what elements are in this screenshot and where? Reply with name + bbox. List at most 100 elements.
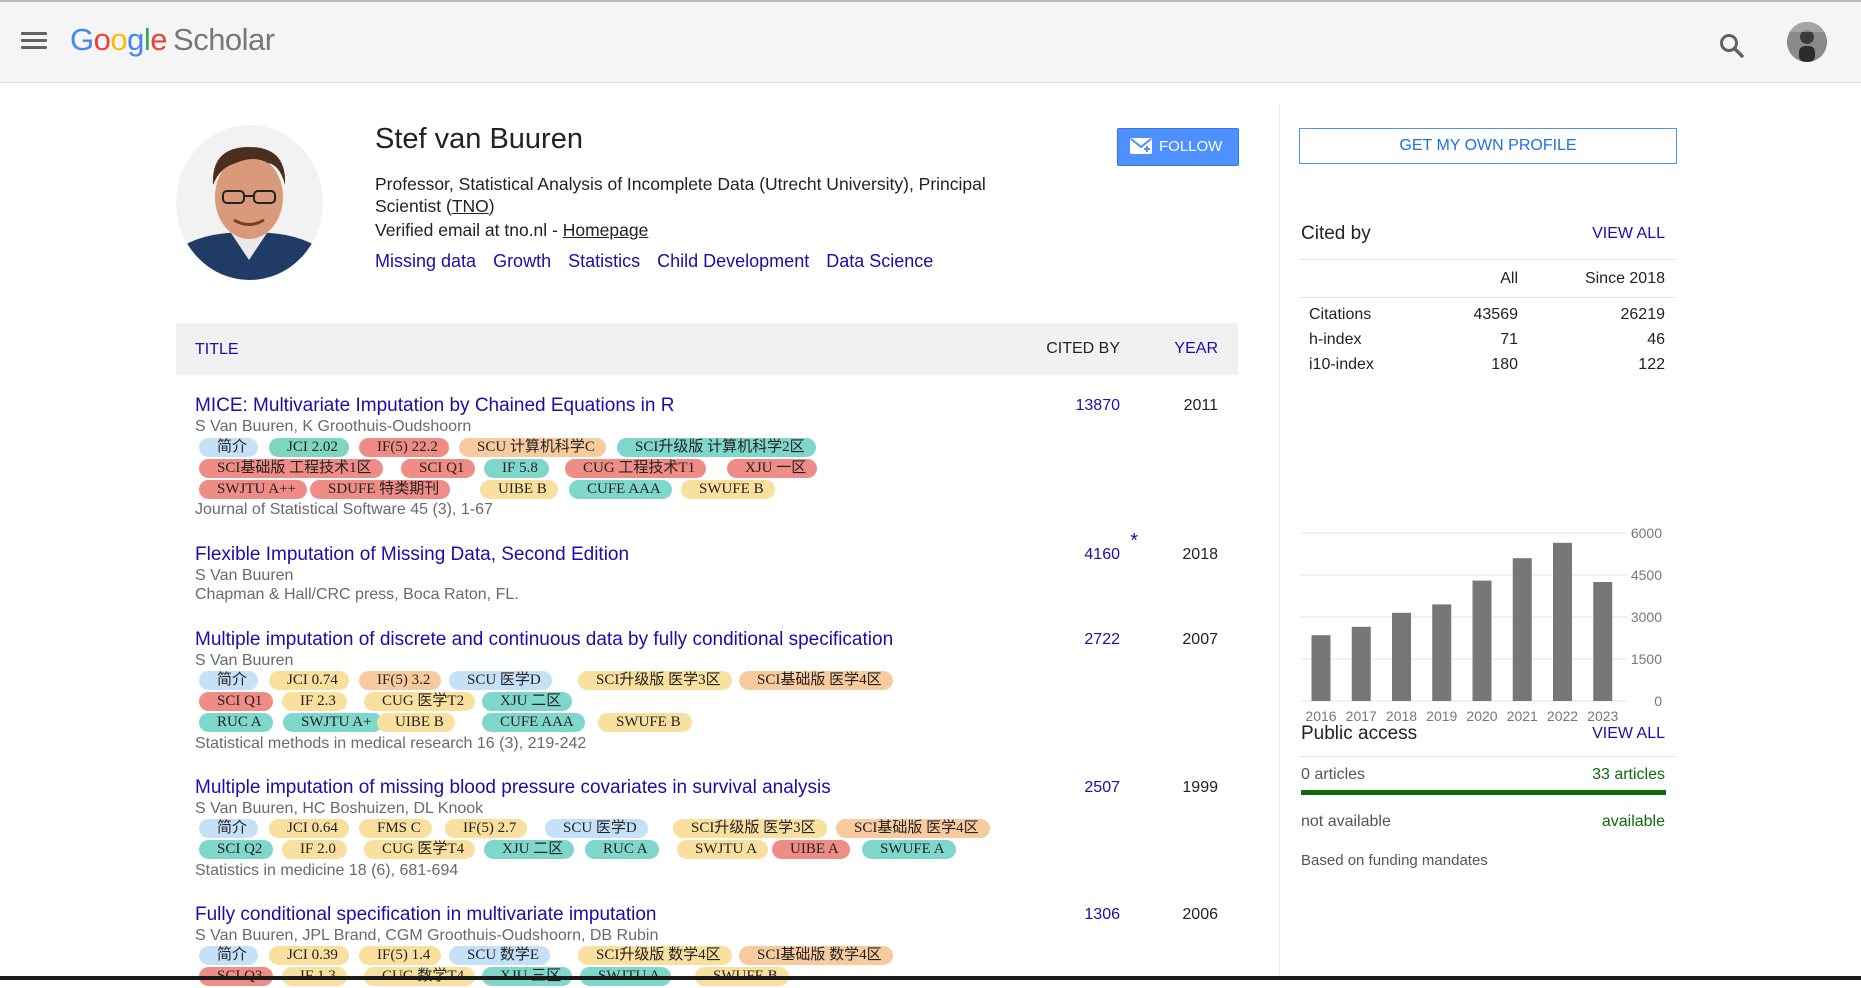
interest-missing-data[interactable]: Missing data (375, 251, 476, 271)
journal-tag[interactable]: IF(5) 2.7 (445, 819, 528, 838)
journal-tag[interactable]: SCI基础版 医学4区 (836, 819, 990, 838)
chart-bar-2019[interactable] (1432, 604, 1452, 701)
chart-bar-2020[interactable] (1472, 580, 1492, 701)
interest-growth[interactable]: Growth (493, 251, 551, 271)
chart-bar-2022[interactable] (1553, 542, 1572, 701)
cited-by-count[interactable]: 13870 (1076, 397, 1121, 415)
sort-by-cited[interactable]: CITED BY (1046, 340, 1120, 358)
journal-tag[interactable]: IF 2.0 (282, 840, 347, 859)
journal-tag[interactable]: SCI升级版 计算机科学2区 (617, 438, 816, 457)
cited-by-count[interactable]: 4160 (1084, 546, 1120, 564)
chart-bar-2018[interactable] (1392, 612, 1411, 701)
chart-bar-2021[interactable] (1512, 558, 1532, 701)
get-my-own-profile-button[interactable]: GET MY OWN PROFILE (1299, 128, 1677, 164)
journal-tag[interactable]: 简介 (199, 671, 259, 690)
journal-tag[interactable]: IF(5) 1.4 (359, 946, 442, 965)
journal-tag[interactable]: CUG 医学T2 (364, 692, 476, 711)
journal-tag[interactable]: JCI 0.64 (269, 819, 349, 838)
journal-tag[interactable]: SCI升级版 医学3区 (673, 819, 827, 838)
cited-by-count[interactable]: 1306 (1084, 906, 1120, 924)
search-icon[interactable] (1716, 30, 1748, 62)
journal-tag[interactable]: SWJTU A+ (283, 713, 383, 732)
cited-by-count[interactable]: 2722 (1084, 631, 1120, 649)
verified-email: Verified email at tno.nl - Homepage (375, 220, 648, 241)
chart-bar-2023[interactable] (1593, 582, 1613, 701)
interest-data-science[interactable]: Data Science (826, 251, 933, 271)
journal-tag[interactable]: SCI升级版 医学3区 (578, 671, 732, 690)
account-avatar[interactable] (1787, 22, 1827, 62)
interest-child-development[interactable]: Child Development (657, 251, 809, 271)
journal-tag[interactable]: SWJTU A (677, 840, 769, 859)
profile-page: Stef van Buuren Professor, Statistical A… (0, 83, 1861, 986)
hamburger-menu-icon[interactable] (21, 30, 47, 52)
available-count[interactable]: 33 articles (1592, 766, 1665, 784)
journal-tag[interactable]: SCU 数学E (449, 946, 551, 965)
journal-tag[interactable]: RUC A (199, 713, 273, 732)
publication-venue: Chapman & Hall/CRC press, Boca Raton, FL… (195, 586, 519, 603)
publication-title[interactable]: MICE: Multivariate Imputation by Chained… (195, 395, 674, 416)
follow-label: FOLLOW (1159, 138, 1223, 155)
journal-tag[interactable]: SWUFE A (862, 840, 956, 859)
divider (1299, 259, 1675, 260)
journal-tag[interactable]: 简介 (199, 946, 259, 965)
journal-tag[interactable]: 简介 (199, 819, 259, 838)
journal-tag[interactable]: SCU 计算机科学C (459, 438, 606, 457)
journal-tag[interactable]: IF 5.8 (484, 459, 549, 478)
journal-tag[interactable]: SWJTU A++ (199, 480, 308, 499)
journal-tag[interactable]: SWUFE B (598, 713, 692, 732)
journal-tag[interactable]: XJU 二区 (482, 692, 573, 711)
journal-tag[interactable]: CUG 工程技术T1 (565, 459, 707, 478)
journal-tag[interactable]: SCI升级版 数学4区 (578, 946, 732, 965)
journal-tag[interactable]: UIBE B (480, 480, 558, 499)
sort-by-title[interactable]: TITLE (195, 341, 239, 359)
journal-tag[interactable]: SCI Q2 (199, 840, 274, 859)
journal-tag[interactable]: SDUFE 特类期刊 (310, 480, 451, 499)
merged-citations-marker[interactable]: * (1130, 530, 1138, 553)
affiliation-link[interactable]: TNO (452, 196, 489, 216)
journal-tag[interactable]: SCU 医学D (545, 819, 648, 838)
journal-tag[interactable]: CUFE AAA (482, 713, 585, 732)
journal-tag[interactable]: SWUFE B (681, 480, 775, 499)
journal-tag[interactable]: SCI基础版 数学4区 (739, 946, 893, 965)
publication-title[interactable]: Fully conditional specification in multi… (195, 904, 657, 925)
public-access-view-all[interactable]: VIEW ALL (1592, 725, 1665, 743)
publication-title[interactable]: Multiple imputation of missing blood pre… (195, 777, 831, 798)
journal-tag[interactable]: CUFE AAA (569, 480, 672, 499)
verified-email-text: Verified email at tno.nl - (375, 220, 563, 240)
journal-tag[interactable]: UIBE B (377, 713, 455, 732)
publication-title[interactable]: Multiple imputation of discrete and cont… (195, 629, 893, 650)
journal-tag[interactable]: RUC A (585, 840, 659, 859)
journal-tag[interactable]: SCI基础版 医学4区 (739, 671, 893, 690)
window-bottom-border (0, 976, 1861, 980)
journal-tag[interactable]: SCU 医学D (449, 671, 552, 690)
journal-tag[interactable]: IF(5) 3.2 (359, 671, 442, 690)
interest-statistics[interactable]: Statistics (568, 251, 640, 271)
google-scholar-logo[interactable]: Google Scholar (70, 22, 275, 58)
journal-tag[interactable]: 简介 (199, 438, 259, 457)
journal-tag[interactable]: JCI 0.39 (269, 946, 349, 965)
journal-tag[interactable]: IF 2.3 (282, 692, 347, 711)
publication-title[interactable]: Flexible Imputation of Missing Data, Sec… (195, 544, 629, 565)
journal-tag[interactable]: JCI 0.74 (269, 671, 349, 690)
journal-tag[interactable]: UIBE A (772, 840, 850, 859)
journal-tag[interactable]: FMS C (359, 819, 432, 838)
cited-by-count[interactable]: 2507 (1084, 779, 1120, 797)
journal-tag[interactable]: SCI Q1 (199, 692, 274, 711)
journal-tag[interactable]: CUG 医学T4 (364, 840, 476, 859)
chart-y-tick-label: 1500 (1631, 651, 1662, 667)
chart-bar-2017[interactable] (1351, 626, 1371, 701)
journal-tag[interactable]: XJU 一区 (727, 459, 818, 478)
publication-authors: S Van Buuren (195, 652, 294, 669)
follow-button[interactable]: FOLLOW (1117, 128, 1239, 166)
i10-index-label: i10-index (1309, 356, 1374, 373)
journal-tag[interactable]: SCI基础版 工程技术1区 (199, 459, 383, 478)
journal-tag[interactable]: SCI Q1 (401, 459, 476, 478)
sort-by-year[interactable]: YEAR (1174, 340, 1218, 358)
journal-tag[interactable]: JCI 2.02 (269, 438, 349, 457)
journal-tag[interactable]: XJU 二区 (484, 840, 575, 859)
chart-bar-2016[interactable] (1311, 635, 1331, 701)
cited-by-view-all[interactable]: VIEW ALL (1592, 225, 1665, 243)
journal-tag[interactable]: IF(5) 22.2 (359, 438, 449, 457)
not-available-count[interactable]: 0 articles (1301, 766, 1365, 784)
homepage-link[interactable]: Homepage (563, 220, 649, 240)
